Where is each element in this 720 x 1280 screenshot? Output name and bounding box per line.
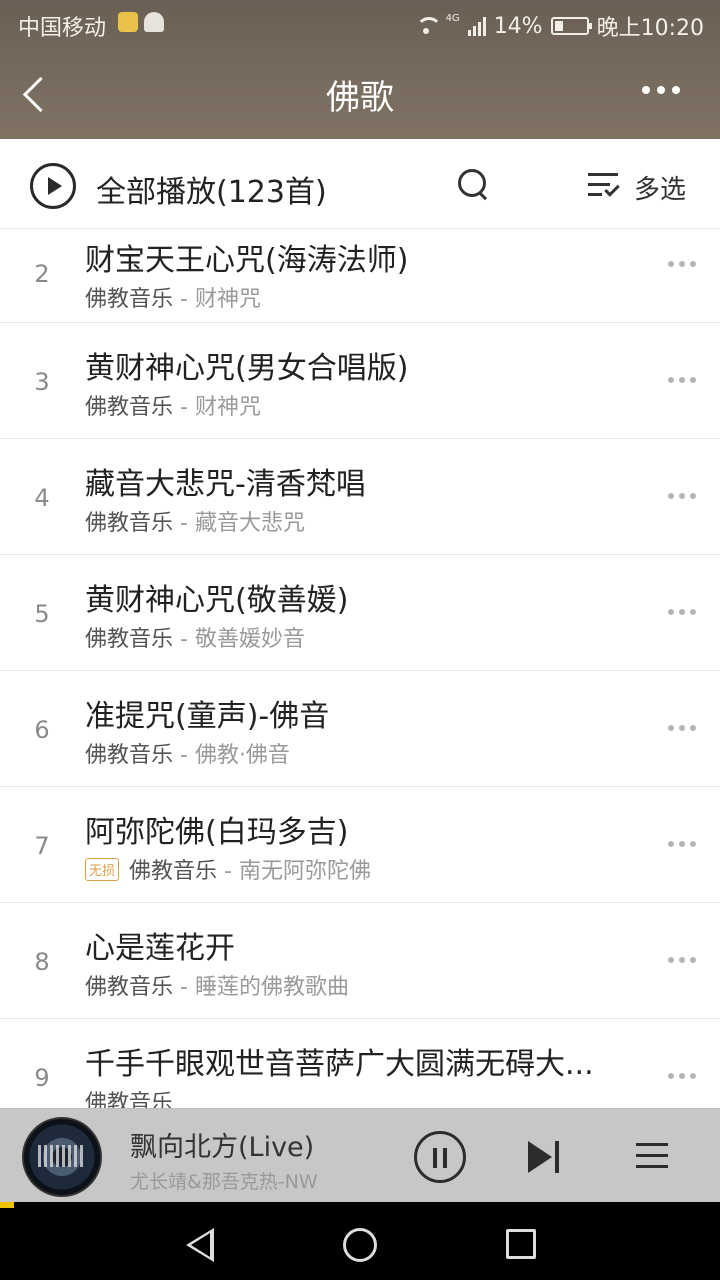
song-subtitle: 佛教音乐 - 睡莲的佛教歌曲: [85, 969, 349, 1001]
song-title: 心是莲花开: [85, 931, 235, 966]
song-album: - 财神咒: [173, 395, 261, 420]
song-title: 阿弥陀佛(白玛多吉): [85, 815, 349, 850]
song-more-icon[interactable]: [668, 725, 700, 733]
list-toolbar: 全部播放(123首) 多选: [0, 139, 720, 229]
search-icon[interactable]: [458, 169, 490, 201]
song-row[interactable]: 3 黄财神心咒(男女合唱版) 佛教音乐 - 财神咒: [0, 323, 720, 439]
song-artist: 佛教音乐: [85, 511, 174, 536]
pause-button[interactable]: [414, 1131, 466, 1183]
system-nav-bar: [0, 1208, 720, 1280]
song-subtitle: 佛教音乐 - 财神咒: [85, 389, 261, 421]
lossless-badge: 无损: [85, 858, 120, 881]
song-subtitle: 佛教音乐 - 财神咒: [85, 281, 261, 313]
song-more-icon[interactable]: [668, 841, 700, 849]
song-index: 5: [34, 600, 50, 628]
song-more-icon[interactable]: [668, 377, 700, 385]
page-title: 佛歌: [326, 78, 394, 118]
now-playing-artist: 尤长靖&那吾克热-NW: [130, 1171, 318, 1193]
song-artist: 佛教音乐: [129, 859, 218, 884]
song-index: 4: [34, 484, 50, 512]
song-index: 2: [34, 260, 50, 288]
now-playing-title: 飘向北方(Live): [130, 1132, 315, 1163]
song-index: 3: [34, 368, 50, 396]
song-row[interactable]: 2 财宝天王心咒(海涛法师) 佛教音乐 - 财神咒: [0, 229, 720, 323]
song-more-icon[interactable]: [668, 957, 700, 965]
album-cover[interactable]: [22, 1117, 102, 1197]
song-artist: 佛教音乐: [85, 975, 174, 1000]
song-album: - 睡莲的佛教歌曲: [173, 975, 349, 1000]
song-title: 财宝天王心咒(海涛法师): [85, 243, 409, 278]
song-row[interactable]: 4 藏音大悲咒-清香梵唱 佛教音乐 - 藏音大悲咒: [0, 439, 720, 555]
song-album: - 敬善媛妙音: [173, 627, 305, 652]
graduation-cap-icon: [144, 12, 164, 32]
song-artist: 佛教音乐: [85, 743, 174, 768]
song-row[interactable]: 8 心是莲花开 佛教音乐 - 睡莲的佛教歌曲: [0, 903, 720, 1019]
song-title: 准提咒(童声)-佛音: [85, 699, 330, 734]
song-subtitle: 佛教音乐 - 藏音大悲咒: [85, 505, 305, 537]
song-index: 6: [34, 716, 50, 744]
song-row[interactable]: 5 黄财神心咒(敬善媛) 佛教音乐 - 敬善媛妙音: [0, 555, 720, 671]
song-album: - 南无阿弥陀佛: [217, 859, 371, 884]
song-index: 8: [34, 948, 50, 976]
song-album: - 佛教·佛音: [173, 743, 290, 768]
multi-select-icon[interactable]: [586, 171, 622, 201]
play-all-icon[interactable]: [30, 163, 76, 209]
song-artist: 佛教音乐: [85, 395, 174, 420]
carrier-label: 中国移动: [18, 16, 107, 41]
song-title: 千手千眼观世音菩萨广大圆满无碍大...: [85, 1047, 594, 1082]
network-type: 4G: [445, 12, 460, 24]
song-subtitle: 佛教音乐 - 敬善媛妙音: [85, 621, 305, 653]
system-home-icon[interactable]: [343, 1228, 377, 1262]
song-title: 黄财神心咒(敬善媛): [85, 583, 349, 618]
song-more-icon[interactable]: [668, 493, 700, 501]
mini-player[interactable]: 飘向北方(Live) 尤长靖&那吾克热-NW: [0, 1108, 720, 1202]
song-title: 藏音大悲咒-清香梵唱: [85, 467, 366, 502]
status-bar: 中国移动 4G 14% 晚上10:20: [0, 0, 720, 50]
song-index: 9: [34, 1064, 50, 1092]
notification-icons: [118, 12, 164, 32]
song-row[interactable]: 6 准提咒(童声)-佛音 佛教音乐 - 佛教·佛音: [0, 671, 720, 787]
more-options-icon[interactable]: [642, 86, 680, 94]
song-more-icon[interactable]: [668, 1073, 700, 1081]
song-artist: 佛教音乐: [85, 287, 174, 312]
play-all-button[interactable]: 全部播放(123首): [96, 167, 327, 211]
signal-icon: [467, 16, 486, 36]
song-subtitle: 佛教音乐 - 佛教·佛音: [85, 737, 290, 769]
song-artist: 佛教音乐: [85, 627, 174, 652]
song-album: - 藏音大悲咒: [173, 511, 305, 536]
system-recents-icon[interactable]: [506, 1229, 536, 1259]
song-subtitle: 无损 佛教音乐 - 南无阿弥陀佛: [85, 853, 371, 885]
song-title: 黄财神心咒(男女合唱版): [85, 351, 409, 386]
song-subtitle: 佛教音乐: [85, 1085, 173, 1108]
multi-select-button[interactable]: 多选: [634, 169, 686, 206]
song-index: 7: [34, 832, 50, 860]
song-artist: 佛教音乐: [85, 1091, 174, 1108]
wifi-icon: [414, 17, 442, 35]
playlist-queue-button[interactable]: [636, 1141, 668, 1171]
app-notification-icon: [118, 12, 138, 32]
song-more-icon[interactable]: [668, 261, 700, 269]
song-album: - 财神咒: [173, 287, 261, 312]
next-track-button[interactable]: [528, 1139, 562, 1175]
status-right: 4G 14% 晚上10:20: [414, 10, 704, 42]
song-more-icon[interactable]: [668, 609, 700, 617]
song-row[interactable]: 7 阿弥陀佛(白玛多吉) 无损 佛教音乐 - 南无阿弥陀佛: [0, 787, 720, 903]
song-list[interactable]: 2 财宝天王心咒(海涛法师) 佛教音乐 - 财神咒 3 黄财神心咒(男女合唱版)…: [0, 229, 720, 1108]
top-bar: 中国移动 4G 14% 晚上10:20 佛歌: [0, 0, 720, 139]
battery-icon: [550, 17, 592, 35]
clock: 晚上10:20: [596, 16, 704, 41]
battery-percent: 14%: [493, 13, 543, 39]
system-back-icon[interactable]: [186, 1228, 218, 1262]
song-row[interactable]: 9 千手千眼观世音菩萨广大圆满无碍大... 佛教音乐: [0, 1019, 720, 1108]
